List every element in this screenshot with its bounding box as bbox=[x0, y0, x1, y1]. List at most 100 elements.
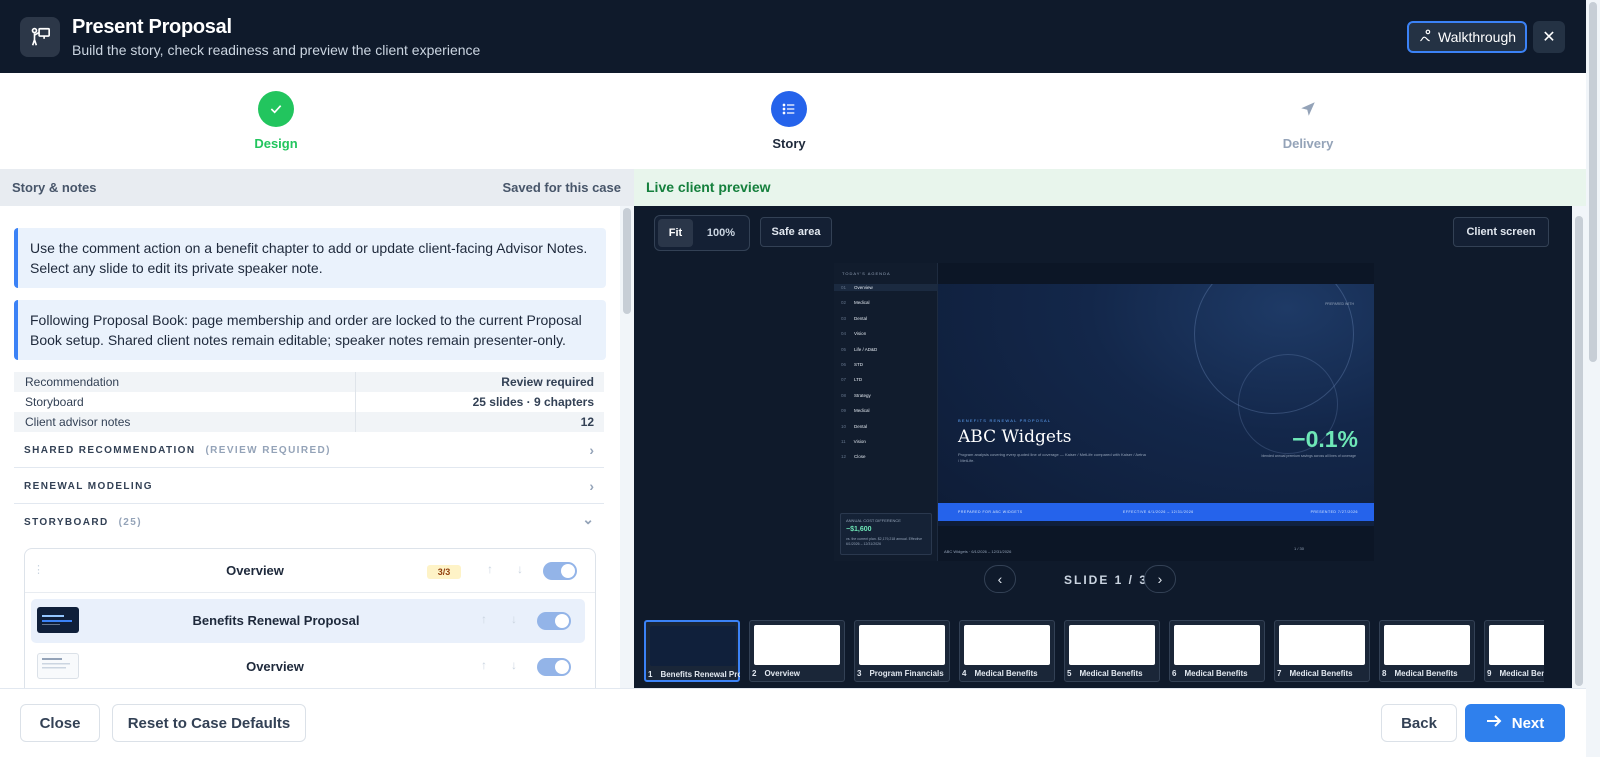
zoom-group: Fit 100% bbox=[654, 215, 750, 251]
include-toggle[interactable] bbox=[537, 658, 571, 676]
story-notes-header: Story & notes Saved for this case bbox=[0, 169, 634, 206]
next-button[interactable]: Next bbox=[1465, 704, 1565, 742]
step-design[interactable]: Design bbox=[216, 73, 336, 151]
cost-card: ANNUAL COST DIFFERENCE −$1,600 vs. the c… bbox=[840, 513, 932, 555]
step-delivery[interactable]: Delivery bbox=[1248, 73, 1368, 151]
agenda-item: 11 Vision bbox=[841, 439, 866, 444]
section-renewal-modeling[interactable]: RENEWAL MODELING › bbox=[14, 468, 604, 504]
chevron-down-icon: ⌄ bbox=[582, 511, 594, 527]
prev-slide-button[interactable]: ‹ bbox=[984, 565, 1016, 593]
agenda-item: 04 Vision bbox=[841, 331, 867, 337]
move-down-icon[interactable]: ↓ bbox=[517, 562, 523, 576]
left-panel-scrollbar[interactable] bbox=[620, 206, 634, 688]
move-up-icon[interactable]: ↑ bbox=[487, 562, 493, 576]
agenda-item: 01 Overview bbox=[841, 285, 873, 290]
step-story[interactable]: Story bbox=[729, 73, 849, 151]
thumbnail-caption: 2 Overview bbox=[752, 669, 801, 678]
slide-thumbnail-card[interactable]: 8 Medical Benefits bbox=[1379, 620, 1475, 682]
thumbnail-caption: 8 Medical Benefits bbox=[1382, 669, 1458, 678]
fit-button[interactable]: Fit bbox=[658, 219, 693, 247]
summary-row: Client advisor notes 12 bbox=[14, 412, 604, 432]
story-notes-title: Story & notes bbox=[12, 180, 97, 195]
summary-table: Recommendation Review required Storyboard… bbox=[14, 372, 604, 432]
step-label: Design bbox=[254, 136, 298, 151]
presenter-icon bbox=[20, 17, 60, 57]
agenda-item: 09 Medical bbox=[841, 408, 870, 414]
section-storyboard[interactable]: STORYBOARD (25) ⌄ bbox=[14, 504, 604, 540]
move-up-icon[interactable]: ↑ bbox=[481, 612, 487, 626]
live-preview-title: Live client preview bbox=[646, 179, 771, 195]
thumbnail-caption: 1Benefits Renewal Proposal bbox=[648, 670, 740, 679]
thumbnail-image bbox=[1279, 625, 1365, 665]
arrow-right-icon bbox=[1486, 714, 1502, 732]
thumbnail-caption: 6 Medical Benefits bbox=[1172, 669, 1248, 678]
storyboard-slide[interactable]: Benefits Renewal Proposal ↑ ↓ bbox=[31, 599, 585, 643]
info-callout: Use the comment action on a benefit chap… bbox=[14, 228, 606, 288]
walkthrough-button[interactable]: Walkthrough bbox=[1407, 21, 1527, 53]
include-toggle[interactable] bbox=[537, 612, 571, 630]
reset-defaults-button[interactable]: Reset to Case Defaults bbox=[112, 704, 306, 742]
slide-thumbnail-card[interactable]: 7 Medical Benefits bbox=[1274, 620, 1370, 682]
agenda-item: 02 Medical bbox=[841, 300, 870, 306]
slide-thumbnail-card[interactable]: 2 Overview bbox=[749, 620, 845, 682]
slide-thumbnail-card[interactable]: 3 Program Financials bbox=[854, 620, 950, 682]
move-down-icon[interactable]: ↓ bbox=[511, 658, 517, 672]
page-scrollbar[interactable] bbox=[1586, 0, 1600, 757]
live-preview-header: Live client preview bbox=[634, 169, 1586, 206]
move-up-icon[interactable]: ↑ bbox=[481, 658, 487, 672]
slide-thumbnail-card[interactable]: 4 Medical Benefits bbox=[959, 620, 1055, 682]
thumbnail-caption: 7 Medical Benefits bbox=[1277, 669, 1353, 678]
chapter-count-badge: 3/3 bbox=[427, 565, 461, 579]
check-icon bbox=[258, 91, 294, 127]
storyboard-list: ⋮ Overview 3/3 ↑ ↓ Benefits Renewal Prop… bbox=[24, 548, 596, 688]
agenda-item: 03 Dental bbox=[841, 315, 868, 321]
thumbnail-image bbox=[650, 626, 736, 666]
slide-percent: −0.1% bbox=[1292, 426, 1358, 452]
safe-area-button[interactable]: Safe area bbox=[760, 217, 832, 247]
agenda-item: 08 Strategy bbox=[841, 392, 871, 398]
close-button[interactable]: Close bbox=[20, 704, 100, 742]
app-header: Present Proposal Build the story, check … bbox=[0, 0, 1586, 73]
section-shared-recommendation[interactable]: SHARED RECOMMENDATION (REVIEW REQUIRED) › bbox=[14, 432, 604, 468]
back-button[interactable]: Back bbox=[1381, 704, 1457, 742]
preview-scrollbar[interactable] bbox=[1572, 206, 1586, 688]
thumbnail-image bbox=[1174, 625, 1260, 665]
info-callout: Following Proposal Book: page membership… bbox=[14, 300, 606, 360]
agenda-item: 12 Close bbox=[841, 454, 866, 460]
footer-bar: Close Reset to Case Defaults Back Next bbox=[0, 688, 1586, 757]
send-icon bbox=[1290, 91, 1326, 127]
agenda-item: 06 STD bbox=[841, 362, 864, 367]
include-toggle[interactable] bbox=[543, 562, 577, 580]
live-preview-panel: Fit 100% Safe area Client screen TODAY'S… bbox=[634, 206, 1572, 688]
close-icon[interactable]: ✕ bbox=[1533, 21, 1565, 53]
slide-thumbnail-card[interactable]: 9Medical Benefits bbox=[1484, 620, 1544, 682]
thumbnail-caption: 4 Medical Benefits bbox=[962, 669, 1038, 678]
move-down-icon[interactable]: ↓ bbox=[511, 612, 517, 626]
slide-thumbnail-card[interactable]: 1Benefits Renewal Proposal bbox=[644, 620, 740, 682]
storyboard-chapter[interactable]: ⋮ Overview 3/3 ↑ ↓ bbox=[25, 549, 595, 593]
slide-preview[interactable]: TODAY'S AGENDA 01 Overview 02 Medical 03 Dent… bbox=[834, 263, 1374, 561]
slide-thumbnail-card[interactable]: 6 Medical Benefits bbox=[1169, 620, 1265, 682]
summary-row: Storyboard 25 slides · 9 chapters bbox=[14, 392, 604, 412]
zoom-100-button[interactable]: 100% bbox=[697, 219, 745, 247]
thumbnail-image bbox=[1069, 625, 1155, 665]
page-title: Present Proposal bbox=[72, 16, 232, 38]
thumbnail-image bbox=[1384, 625, 1470, 665]
next-slide-button[interactable]: › bbox=[1144, 565, 1176, 593]
walkthrough-label: Walkthrough bbox=[1437, 29, 1517, 45]
slide-thumbnail-card[interactable]: 5 Medical Benefits bbox=[1064, 620, 1160, 682]
slide-agenda: TODAY'S AGENDA 01 Overview 02 Medical 03 Dent… bbox=[834, 263, 938, 561]
agenda-item: 10 Dental bbox=[841, 423, 868, 429]
list-icon bbox=[771, 91, 807, 127]
step-label: Story bbox=[772, 136, 806, 151]
page-subtitle: Build the story, check readiness and pre… bbox=[72, 42, 481, 58]
slide-counter: SLIDE 1 / 30 bbox=[1064, 573, 1157, 587]
summary-row: Recommendation Review required bbox=[14, 372, 604, 392]
story-notes-panel: Use the comment action on a benefit chap… bbox=[0, 206, 634, 688]
slide-title: ABC Widgets bbox=[958, 427, 1072, 447]
client-screen-button[interactable]: Client screen bbox=[1453, 217, 1549, 247]
slide-thumbnail-strip[interactable]: 1Benefits Renewal Proposal 2Overview 3Prog… bbox=[644, 620, 1544, 682]
thumbnail-caption: 3 Program Financials bbox=[857, 669, 944, 678]
storyboard-slide[interactable]: Overview ↑ ↓ bbox=[25, 645, 595, 688]
thumbnail-image bbox=[964, 625, 1050, 665]
